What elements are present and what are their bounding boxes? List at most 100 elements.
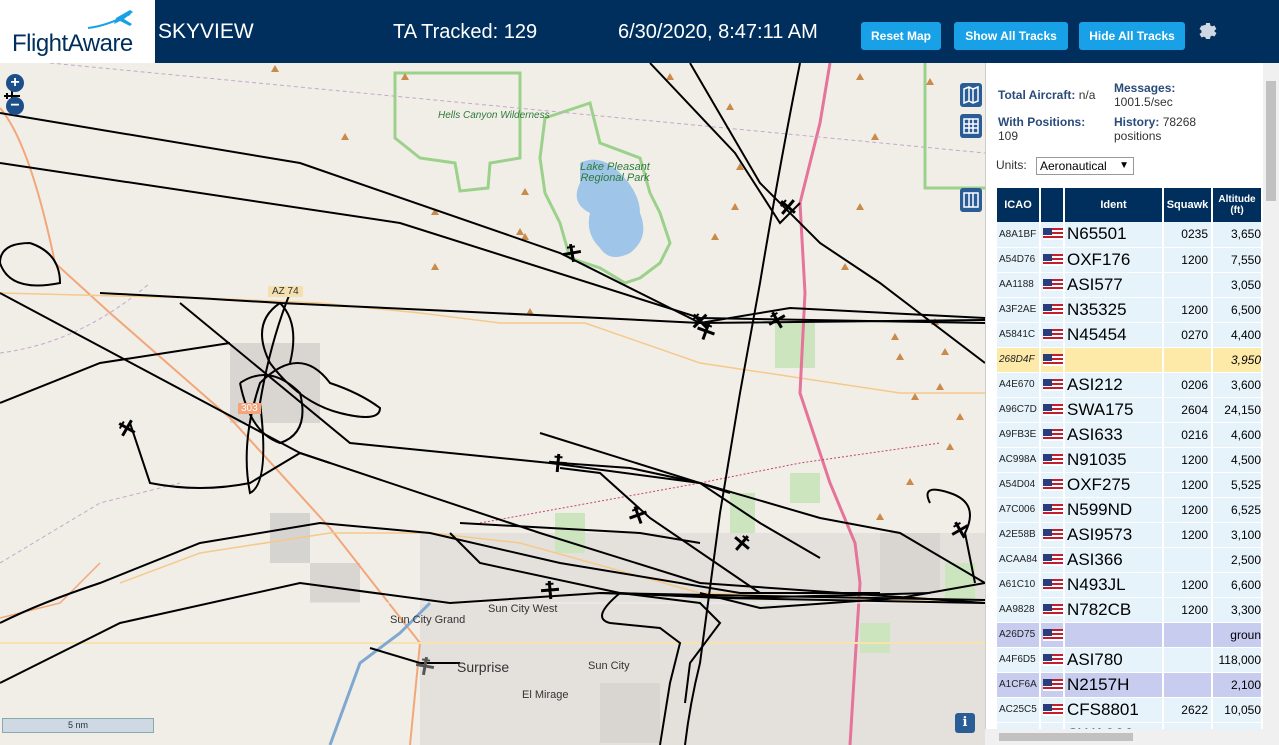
- hells-canyon-label: Hells Canyon Wilderness: [438, 110, 550, 121]
- table-row[interactable]: A96C7D SWA175 2604 24,150: [997, 397, 1263, 423]
- flightaware-logo[interactable]: FlightAware: [0, 0, 155, 63]
- scrollbar-thumb[interactable]: [1266, 81, 1276, 201]
- sun-city-grand-label: Sun City Grand: [390, 614, 466, 626]
- table-row[interactable]: ACAA84 ASI366 2,500: [997, 547, 1263, 573]
- show-all-tracks-button[interactable]: Show All Tracks: [954, 22, 1068, 50]
- table-row[interactable]: A54D76 OXF176 1200 7,550: [997, 247, 1263, 273]
- flag-cell: [1040, 522, 1065, 548]
- icao-cell: 268D4F: [997, 347, 1041, 373]
- ident-cell: OXF275: [1064, 472, 1164, 498]
- gear-icon[interactable]: [1196, 20, 1220, 44]
- squawk-cell: 1200: [1163, 497, 1213, 523]
- us-flag-icon: [1043, 603, 1063, 616]
- flag-cell: [1040, 647, 1065, 673]
- ident-cell: [1064, 622, 1164, 648]
- table-row[interactable]: A8A1BF N65501 0235 3,650: [997, 222, 1263, 248]
- zoom-in-button[interactable]: +: [6, 74, 24, 92]
- zoom-out-button[interactable]: −: [6, 97, 24, 115]
- table-row[interactable]: A9FB3E ASI633 0216 4,600: [997, 422, 1263, 448]
- grid-icon: [963, 118, 979, 134]
- logo-plane-icon: [87, 10, 133, 29]
- table-row[interactable]: A4F6D5 ASI780 118,000: [997, 647, 1263, 673]
- altitude-cell: 7,550: [1212, 247, 1263, 273]
- az74-road-label: AZ 74: [268, 286, 303, 297]
- us-flag-icon: [1043, 428, 1063, 441]
- table-row[interactable]: 268D4F 3,950: [997, 347, 1263, 373]
- column-header-ident[interactable]: Ident: [1064, 188, 1164, 222]
- icao-cell: AA9828: [997, 597, 1041, 623]
- icao-cell: A5841C: [997, 322, 1041, 348]
- column-header-squawk[interactable]: Squawk: [1163, 188, 1213, 222]
- ident-cell: ASI366: [1064, 547, 1164, 573]
- logo-text: FlightAware: [12, 30, 133, 57]
- squawk-cell: 1200: [1163, 597, 1213, 623]
- table-row[interactable]: A3F2AE N35325 1200 6,500: [997, 297, 1263, 323]
- icao-cell: A8A1BF: [997, 222, 1041, 248]
- columns-toggle-button[interactable]: [960, 188, 982, 212]
- flag-cell: [1040, 672, 1065, 698]
- map-layers-button[interactable]: [960, 83, 982, 107]
- history-unit: positions: [1114, 129, 1162, 143]
- altitude-cell: 3,600: [1212, 372, 1263, 398]
- reset-map-button[interactable]: Reset Map: [861, 22, 941, 50]
- table-row[interactable]: A4E670 ASI212 0206 3,600: [997, 372, 1263, 398]
- us-flag-icon: [1043, 678, 1063, 691]
- squawk-cell: 1200: [1163, 447, 1213, 473]
- table-row[interactable]: AC25C5 CFS8801 2622 10,050: [997, 697, 1263, 723]
- units-label: Units:: [996, 158, 1027, 172]
- altitude-cell: 2,500: [1212, 547, 1263, 573]
- squawk-cell: 2604: [1163, 397, 1213, 423]
- icao-cell: A9FB3E: [997, 422, 1041, 448]
- squawk-cell: 0270: [1163, 322, 1213, 348]
- flag-cell: [1040, 622, 1065, 648]
- ident-cell: N45454: [1064, 322, 1164, 348]
- chevron-down-icon: ▼: [1119, 160, 1129, 171]
- column-header-flag[interactable]: [1040, 188, 1065, 222]
- column-header-icao[interactable]: ICAO: [997, 188, 1041, 222]
- units-select[interactable]: Aeronautical ▼: [1036, 157, 1134, 175]
- sidebar-vertical-scrollbar[interactable]: [1263, 63, 1279, 730]
- scrollbar-thumb[interactable]: [999, 733, 1133, 741]
- ident-cell: ASI9573: [1064, 522, 1164, 548]
- messages-stat: Messages: 1001.5/sec: [1114, 81, 1224, 109]
- with-positions-value: 109: [998, 129, 1019, 143]
- table-row[interactable]: AC998A N91035 1200 4,500: [997, 447, 1263, 473]
- table-row[interactable]: AA9828 N782CB 1200 3,300: [997, 597, 1263, 623]
- grid-toggle-button[interactable]: [960, 114, 982, 138]
- icao-cell: A4F6D5: [997, 647, 1041, 673]
- table-row[interactable]: A7C006 N599ND 1200 6,525: [997, 497, 1263, 523]
- altitude-cell: 6,525: [1212, 497, 1263, 523]
- column-header-altitude[interactable]: Altitude (ft): [1212, 188, 1263, 222]
- table-row[interactable]: A5841C N45454 0270 4,400: [997, 322, 1263, 348]
- table-row[interactable]: AA1188 ASI577 3,050: [997, 272, 1263, 298]
- icao-cell: AC25C5: [997, 697, 1041, 723]
- ident-cell: N91035: [1064, 447, 1164, 473]
- history-stat: History: 78268 positions: [1114, 115, 1244, 143]
- icao-cell: A7C006: [997, 497, 1041, 523]
- map-canvas[interactable]: Hells Canyon Wilderness Lake Pleasant Re…: [0, 63, 985, 745]
- ident-cell: OXF176: [1064, 247, 1164, 273]
- table-row[interactable]: A54D04 OXF275 1200 5,525: [997, 472, 1263, 498]
- squawk-cell: 0235: [1163, 222, 1213, 248]
- flag-cell: [1040, 397, 1065, 423]
- us-flag-icon: [1043, 228, 1063, 241]
- flight-tracks-layer: [0, 63, 985, 745]
- table-row[interactable]: A2E58B ASI9573 1200 3,100: [997, 522, 1263, 548]
- table-row[interactable]: A26D75 groun: [997, 622, 1263, 648]
- hide-all-tracks-button[interactable]: Hide All Tracks: [1079, 22, 1185, 50]
- us-flag-icon: [1043, 653, 1063, 666]
- app-title: SKYVIEW: [158, 20, 254, 43]
- table-row[interactable]: A1CF6A N2157H 2,100: [997, 672, 1263, 698]
- ident-cell: N2157H: [1064, 672, 1164, 698]
- us-flag-icon: [1043, 378, 1063, 391]
- altitude-cell: 6,600: [1212, 572, 1263, 598]
- ident-cell: SWA175: [1064, 397, 1164, 423]
- sidebar-horizontal-scrollbar[interactable]: [985, 729, 1279, 745]
- us-flag-icon: [1043, 578, 1063, 591]
- altitude-cell: 6,500: [1212, 297, 1263, 323]
- table-row[interactable]: A61C10 N493JL 1200 6,600: [997, 572, 1263, 598]
- info-button[interactable]: i: [955, 713, 975, 733]
- columns-icon: [963, 192, 979, 208]
- flag-cell: [1040, 297, 1065, 323]
- squawk-cell: [1163, 672, 1213, 698]
